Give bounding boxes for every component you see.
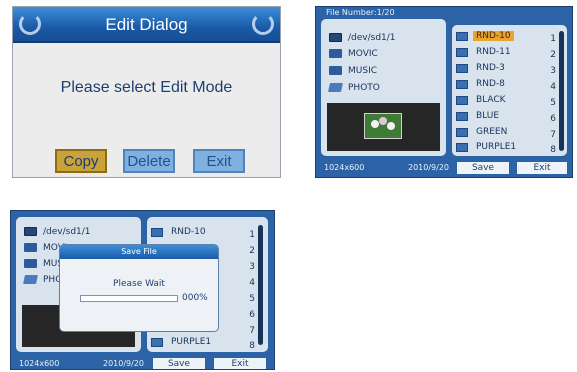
folder-open-icon xyxy=(23,275,38,284)
file-item[interactable]: RND-3 xyxy=(456,63,508,77)
file-list-panel: RND-10 RND-11 RND-3 RND-8 BLACK BLUE GRE… xyxy=(452,25,567,156)
file-index: 4 xyxy=(550,82,556,92)
file-item[interactable]: PURPLE1 xyxy=(456,142,519,156)
folder-label: MUSIC xyxy=(348,66,378,76)
file-index: 1 xyxy=(550,34,556,44)
folder-label: PHOTO xyxy=(348,83,380,93)
edit-mode-prompt: Please select Edit Mode xyxy=(60,79,233,96)
scrollbar[interactable] xyxy=(258,225,263,345)
copy-button[interactable]: Copy xyxy=(55,149,107,173)
image-file-icon xyxy=(456,79,468,89)
folder-icon xyxy=(329,66,342,75)
folder-open-icon xyxy=(328,83,343,92)
image-file-icon xyxy=(456,31,468,41)
date-label: 2010/9/20 xyxy=(103,359,145,368)
scrollbar[interactable] xyxy=(559,31,564,151)
folder-item-music[interactable]: MUSIC xyxy=(329,66,377,80)
file-index: 2 xyxy=(550,50,556,60)
edit-dialog-titlebar: Edit Dialog xyxy=(13,7,280,43)
file-index: 8 xyxy=(249,341,255,351)
exit-button[interactable]: Exit xyxy=(214,358,266,369)
file-name: RND-10 xyxy=(171,227,206,237)
folder-item-music[interactable]: MUS xyxy=(24,259,63,273)
file-item[interactable]: RND-10 xyxy=(456,31,514,45)
swirl-ornament-icon xyxy=(252,13,274,35)
save-progress-bar xyxy=(80,295,178,302)
file-index: 7 xyxy=(249,326,255,336)
file-index: 1 xyxy=(249,230,255,240)
folder-item-dev[interactable]: /dev/sd1/1 xyxy=(329,33,396,47)
file-item[interactable]: BLACK xyxy=(456,95,509,109)
file-index: 3 xyxy=(249,262,255,272)
file-index: 2 xyxy=(249,246,255,256)
file-index: 8 xyxy=(550,145,556,155)
file-name: PURPLE1 xyxy=(171,337,212,347)
drive-icon xyxy=(24,227,37,236)
file-index: 5 xyxy=(249,294,255,304)
save-file-screen: /dev/sd1/1 MOVI MUS PHO RND-10 PURPLE1 1… xyxy=(10,210,275,370)
save-button[interactable]: Save xyxy=(153,358,205,369)
file-name: RND-10 xyxy=(473,31,514,41)
folder-icon xyxy=(24,259,37,268)
exit-button[interactable]: Exit xyxy=(193,149,245,173)
image-file-icon xyxy=(456,111,468,121)
folder-panel: /dev/sd1/1 MOVIC MUSIC PHOTO xyxy=(321,19,446,156)
file-index: 6 xyxy=(550,114,556,124)
exit-button[interactable]: Exit xyxy=(517,162,567,174)
folder-item-dev[interactable]: /dev/sd1/1 xyxy=(24,227,91,241)
delete-button[interactable]: Delete xyxy=(123,149,175,173)
image-file-icon xyxy=(456,142,468,152)
file-name: RND-11 xyxy=(476,47,511,57)
file-item[interactable]: PURPLE1 xyxy=(151,337,214,351)
file-name: PURPLE1 xyxy=(476,142,517,152)
file-index: 6 xyxy=(249,310,255,320)
file-item[interactable]: RND-8 xyxy=(456,79,508,93)
file-index: 4 xyxy=(249,278,255,288)
resolution-label: 1024x600 xyxy=(19,359,60,368)
folder-icon xyxy=(24,243,37,252)
resolution-label: 1024x600 xyxy=(324,163,365,172)
file-browser-screen: File Number:1/20 /dev/sd1/1 MOVIC MUSIC … xyxy=(315,6,573,178)
image-file-icon xyxy=(151,337,163,347)
edit-dialog-title: Edit Dialog xyxy=(105,15,188,34)
file-item[interactable]: RND-10 xyxy=(151,227,209,241)
drive-icon xyxy=(329,33,342,42)
image-file-icon xyxy=(151,227,163,237)
folder-icon xyxy=(329,49,342,58)
image-file-icon xyxy=(456,63,468,73)
save-progress-percent: 000% xyxy=(182,293,208,303)
preview-thumbnail xyxy=(327,103,440,151)
file-index: 5 xyxy=(550,98,556,108)
file-name: RND-8 xyxy=(476,79,505,89)
flower-image xyxy=(364,113,402,139)
image-file-icon xyxy=(456,47,468,57)
image-file-icon xyxy=(456,127,468,137)
edit-dialog-screen: Edit Dialog Please select Edit Mode Copy… xyxy=(12,6,281,178)
folder-item-photo[interactable]: PHOTO xyxy=(328,83,380,97)
folder-item-photo[interactable]: PHO xyxy=(23,275,62,289)
file-name: BLUE xyxy=(476,111,500,121)
folder-item-movic[interactable]: MOVIC xyxy=(329,49,378,63)
file-index: 3 xyxy=(550,66,556,76)
file-name: BLACK xyxy=(476,95,506,105)
file-name: RND-3 xyxy=(476,63,505,73)
folder-label: /dev/sd1/1 xyxy=(348,33,396,43)
save-file-title: Save File xyxy=(60,245,218,259)
please-wait-message: Please Wait xyxy=(113,279,165,289)
date-label: 2010/9/20 xyxy=(408,163,450,172)
folder-label: /dev/sd1/1 xyxy=(43,227,91,237)
file-number-label: File Number:1/20 xyxy=(326,8,395,17)
file-name: GREEN xyxy=(476,127,508,137)
file-index: 7 xyxy=(550,130,556,140)
folder-label: MOVIC xyxy=(348,49,378,59)
image-file-icon xyxy=(456,95,468,105)
file-item[interactable]: BLUE xyxy=(456,111,502,125)
file-item[interactable]: GREEN xyxy=(456,127,510,141)
file-item[interactable]: RND-11 xyxy=(456,47,514,61)
save-file-dialog: Save File Please Wait 000% xyxy=(59,244,219,332)
save-button[interactable]: Save xyxy=(457,162,509,174)
